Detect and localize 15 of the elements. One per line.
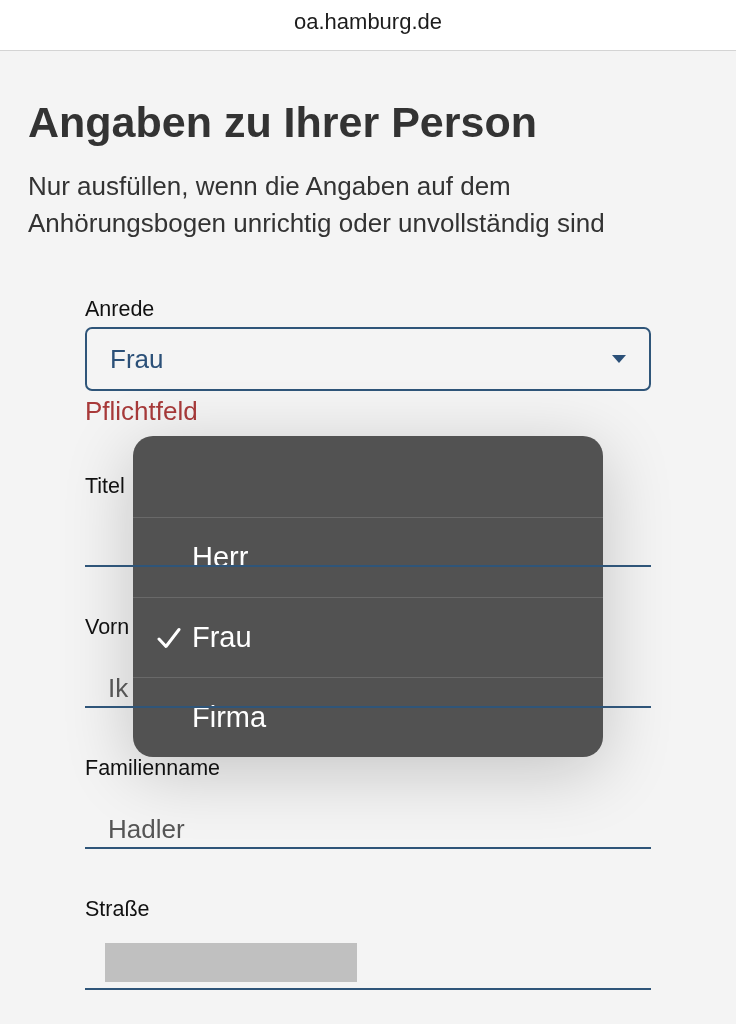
input-field[interactable]: Hadler — [85, 781, 651, 849]
field-label: Familienname — [85, 755, 221, 781]
checkmark-icon — [157, 626, 181, 649]
select-field[interactable]: Frau — [85, 327, 651, 391]
field-label: Straße — [85, 896, 150, 922]
page-subtitle: Nur ausfüllen, wenn die Angaben auf dem Anhörungsbogen unrichtig oder unvollständig sind — [28, 170, 606, 240]
menu-option[interactable]: Frau — [133, 597, 603, 677]
field-label: Anrede — [85, 296, 155, 322]
caret-icon — [612, 355, 626, 363]
error-message: Pflichtfeld — [85, 396, 198, 426]
page-title: Angaben zu Ihrer Person — [28, 97, 537, 148]
field-label: Vorn — [85, 614, 130, 640]
field-label: Titel — [85, 473, 125, 499]
menu-option[interactable]: Firma — [133, 677, 603, 757]
url-text[interactable]: oa.hamburg.de — [294, 8, 442, 36]
